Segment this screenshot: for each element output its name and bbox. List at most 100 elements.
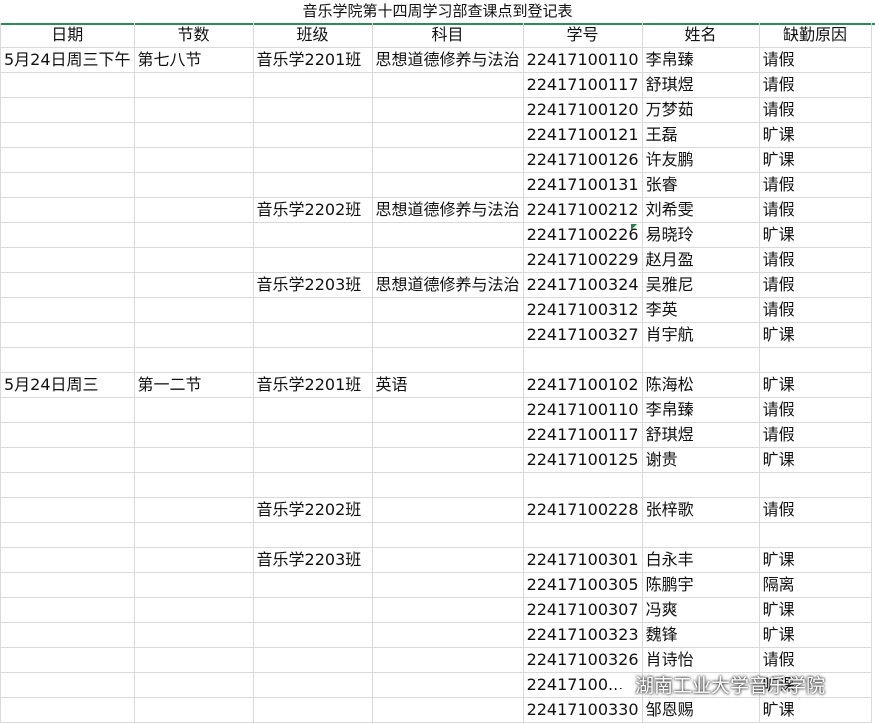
cell-date[interactable]	[0, 247, 135, 273]
cell-student-id[interactable]: 22417100307	[522, 597, 643, 623]
cell-section[interactable]	[133, 122, 254, 148]
cell-reason[interactable]: 请假	[758, 72, 872, 98]
cell-class[interactable]	[252, 97, 373, 123]
cell-section[interactable]	[133, 272, 254, 298]
cell-class[interactable]	[252, 522, 373, 548]
cell-student-id[interactable]: 22417100125	[522, 447, 643, 473]
header-class[interactable]: 班级	[252, 23, 373, 48]
cell-subject[interactable]	[371, 247, 524, 273]
cell-section[interactable]	[133, 497, 254, 523]
cell-section[interactable]	[133, 522, 254, 548]
cell-subject[interactable]: 思想道德修养与法治	[371, 47, 524, 73]
cell-date[interactable]	[0, 447, 135, 473]
cell-student-id[interactable]: 22417100120	[522, 97, 643, 123]
cell-reason[interactable]	[758, 347, 872, 373]
cell-student-id[interactable]: 22417100228	[522, 497, 643, 523]
cell-date[interactable]	[0, 72, 135, 98]
cell-class[interactable]	[252, 422, 373, 448]
cell-name[interactable]: 王磊	[641, 122, 760, 148]
cell-reason[interactable]: 请假	[758, 197, 872, 223]
cell-class[interactable]	[252, 122, 373, 148]
cell-student-id[interactable]	[522, 347, 643, 373]
cell-date[interactable]	[0, 122, 135, 148]
cell-date[interactable]	[0, 197, 135, 223]
cell-subject[interactable]	[371, 172, 524, 198]
cell-student-id[interactable]: 22417100323	[522, 622, 643, 648]
cell-section[interactable]	[133, 447, 254, 473]
cell-class[interactable]: 音乐学2202班	[252, 497, 373, 523]
cell-student-id[interactable]: 22417100305	[522, 572, 643, 598]
cell-class[interactable]	[252, 222, 373, 248]
cell-student-id[interactable]: 22417100326	[522, 647, 643, 673]
header-section[interactable]: 节数	[133, 23, 254, 48]
cell-student-id[interactable]: 22417100110	[522, 47, 643, 73]
cell-class[interactable]	[252, 347, 373, 373]
cell-subject[interactable]	[371, 397, 524, 423]
cell-date[interactable]	[0, 647, 135, 673]
cell-reason[interactable]: 旷课	[758, 622, 872, 648]
header-name[interactable]: 姓名	[641, 23, 760, 48]
cell-reason[interactable]: 请假	[758, 247, 872, 273]
cell-student-id[interactable]: 22417100126	[522, 147, 643, 173]
cell-class[interactable]	[252, 297, 373, 323]
cell-reason[interactable]: 旷课	[758, 597, 872, 623]
cell-date[interactable]	[0, 147, 135, 173]
cell-subject[interactable]	[371, 522, 524, 548]
cell-student-id[interactable]: 22417100312	[522, 297, 643, 323]
header-student-id[interactable]: 学号	[522, 23, 643, 48]
cell-section[interactable]	[133, 97, 254, 123]
cell-reason[interactable]: 旷课	[758, 547, 872, 573]
cell-date[interactable]	[0, 622, 135, 648]
cell-subject[interactable]	[371, 622, 524, 648]
cell-subject[interactable]: 英语	[371, 372, 524, 398]
cell-section[interactable]	[133, 172, 254, 198]
cell-section[interactable]	[133, 247, 254, 273]
cell-subject[interactable]	[371, 672, 524, 698]
cell-name[interactable]: 白永丰	[641, 547, 760, 573]
cell-name[interactable]: 陈海松	[641, 372, 760, 398]
cell-reason[interactable]: 请假	[758, 172, 872, 198]
cell-name[interactable]: 万梦茹	[641, 97, 760, 123]
cell-class[interactable]	[252, 697, 373, 723]
cell-reason[interactable]: 旷课	[758, 322, 872, 348]
cell-class[interactable]	[252, 597, 373, 623]
cell-date[interactable]	[0, 272, 135, 298]
cell-date[interactable]	[0, 522, 135, 548]
cell-date[interactable]	[0, 297, 135, 323]
cell-class[interactable]: 音乐学2202班	[252, 197, 373, 223]
cell-date[interactable]	[0, 422, 135, 448]
cell-subject[interactable]	[371, 322, 524, 348]
cell-section[interactable]	[133, 672, 254, 698]
cell-student-id[interactable]: 22417100117	[522, 72, 643, 98]
cell-name[interactable]: 陈鹏宇	[641, 572, 760, 598]
cell-class[interactable]: 音乐学2201班	[252, 372, 373, 398]
cell-name[interactable]: 谢贵	[641, 447, 760, 473]
cell-student-id[interactable]: 22417100324	[522, 272, 643, 298]
cell-class[interactable]	[252, 247, 373, 273]
cell-class[interactable]	[252, 172, 373, 198]
header-reason[interactable]: 缺勤原因	[758, 23, 872, 48]
cell-date[interactable]	[0, 172, 135, 198]
cell-date[interactable]	[0, 322, 135, 348]
cell-reason[interactable]: 请假	[758, 422, 872, 448]
cell-name[interactable]: 肖宇航	[641, 322, 760, 348]
cell-student-id[interactable]: 22417100301	[522, 547, 643, 573]
cell-student-id[interactable]: 22417100212	[522, 197, 643, 223]
cell-subject[interactable]	[371, 422, 524, 448]
cell-student-id[interactable]: 22417100102	[522, 372, 643, 398]
cell-reason[interactable]: 旷课	[758, 222, 872, 248]
cell-section[interactable]	[133, 347, 254, 373]
cell-section[interactable]	[133, 197, 254, 223]
cell-reason[interactable]: 请假	[758, 97, 872, 123]
cell-name[interactable]: 许友鹏	[641, 147, 760, 173]
cell-name[interactable]	[641, 472, 760, 498]
cell-class[interactable]	[252, 147, 373, 173]
cell-section[interactable]	[133, 422, 254, 448]
cell-date[interactable]: 5月24日周三下午	[0, 47, 135, 73]
cell-reason[interactable]: 旷课	[758, 147, 872, 173]
cell-date[interactable]	[0, 347, 135, 373]
cell-subject[interactable]	[371, 572, 524, 598]
cell-section[interactable]: 第一二节	[133, 372, 254, 398]
cell-section[interactable]	[133, 322, 254, 348]
cell-name[interactable]: 冯爽	[641, 597, 760, 623]
